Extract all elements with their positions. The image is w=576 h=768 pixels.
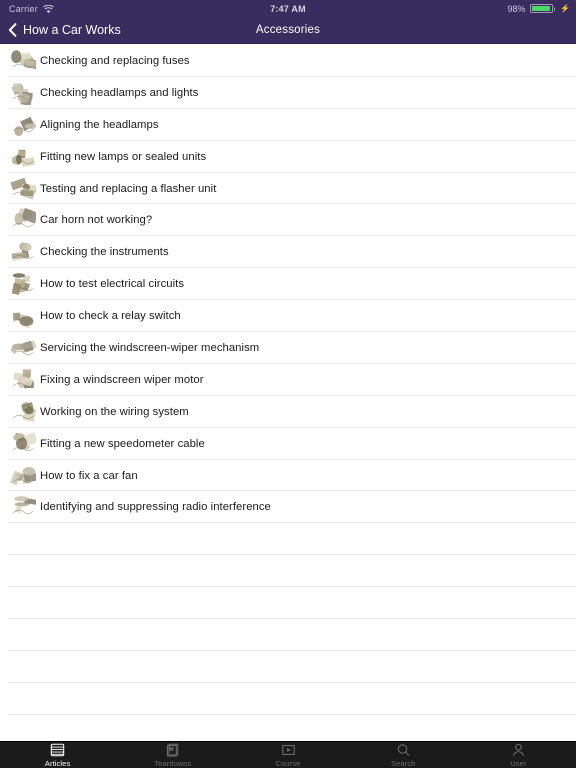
lamps-thumbnail: [10, 145, 36, 169]
list-item-label: Fitting a new speedometer cable: [40, 437, 205, 450]
speedometer-cable-thumbnail: [10, 431, 36, 456]
user-icon: [511, 743, 526, 758]
wiper-mechanism-thumbnail: [10, 336, 36, 360]
list-item[interactable]: Car horn not working?: [0, 204, 576, 237]
list-item-label: Working on the wiring system: [40, 405, 189, 418]
car-horn-thumbnail: [10, 208, 36, 232]
list-item[interactable]: Aligning the headlamps: [0, 108, 576, 141]
wiper-motor-thumbnail: [10, 368, 36, 392]
list-item-label: Checking and replacing fuses: [40, 54, 190, 67]
list-item-label: Testing and replacing a flasher unit: [40, 182, 217, 195]
list-item-label: Fitting new lamps or sealed units: [40, 150, 207, 163]
flasher-unit-thumbnail: [10, 177, 36, 201]
list-item-label: How to test electrical circuits: [40, 278, 185, 291]
list-item[interactable]: Checking the instruments: [0, 236, 576, 269]
list-item[interactable]: How to check a relay switch: [0, 300, 576, 333]
tab-articles[interactable]: Articles: [0, 742, 115, 768]
list-item-empty: [0, 555, 576, 588]
lightning-bolt-icon: ⚡: [560, 4, 570, 13]
list-item-label: How to check a relay switch: [40, 310, 181, 323]
list-item[interactable]: Servicing the windscreen-wiper mechanism: [0, 332, 576, 364]
course-icon: [281, 743, 296, 758]
list-item[interactable]: Fitting new lamps or sealed units: [0, 140, 576, 173]
fuses-thumbnail: [10, 49, 36, 73]
app-screen: Carrier 7:47 AM 98% ⚡ How a Car Works Ac…: [0, 0, 576, 768]
list-item-label: Servicing the windscreen-wiper mechanism: [40, 341, 260, 354]
list-item[interactable]: Fitting a new speedometer cable: [0, 427, 576, 460]
list-item[interactable]: Checking and replacing fuses: [0, 45, 576, 77]
list-item-empty: [0, 650, 576, 683]
wiring-system-thumbnail: [10, 400, 36, 424]
list-item-label: Fixing a windscreen wiper motor: [40, 373, 204, 386]
list-item[interactable]: Checking headlamps and lights: [0, 76, 576, 109]
tab-course[interactable]: Course: [230, 742, 345, 768]
list-item-label: Checking headlamps and lights: [40, 86, 199, 99]
page-title: Accessories: [255, 24, 321, 36]
headlamp-alignment-thumbnail: [10, 113, 36, 137]
tab-label: Course: [275, 758, 301, 768]
list-item-empty: [0, 714, 576, 741]
status-bar: Carrier 7:47 AM 98% ⚡: [0, 0, 576, 17]
list-item[interactable]: Testing and replacing a flasher unit: [0, 172, 576, 205]
list-item[interactable]: How to test electrical circuits: [0, 268, 576, 301]
relay-switch-thumbnail: [10, 304, 36, 329]
list-item[interactable]: Fixing a windscreen wiper motor: [0, 363, 576, 396]
battery-percent-label: 98%: [507, 3, 526, 14]
list-item-empty: [0, 587, 576, 620]
tab-label: Teardowns: [154, 758, 192, 768]
tab-label: Articles: [44, 758, 71, 768]
article-list[interactable]: Checking and replacing fuses Checking hea…: [0, 45, 576, 741]
instruments-thumbnail: [10, 240, 36, 264]
list-item-empty: [0, 682, 576, 715]
status-bar-time: 7:47 AM: [270, 3, 306, 14]
list-item-label: Checking the instruments: [40, 246, 169, 259]
list-item-label: Identifying and suppressing radio interf…: [40, 501, 271, 514]
radio-interference-thumbnail: [10, 495, 36, 519]
list-item-label: How to fix a car fan: [40, 469, 138, 482]
list-item-label: Aligning the headlamps: [40, 118, 159, 131]
search-icon: [396, 743, 411, 758]
tab-teardowns[interactable]: Teardowns: [115, 742, 230, 768]
tab-label: Search: [391, 758, 416, 768]
list-item[interactable]: How to fix a car fan: [0, 459, 576, 492]
headlamps-thumbnail: [10, 81, 36, 105]
status-bar-right: 98% ⚡: [508, 0, 570, 17]
tab-label: User: [510, 758, 527, 768]
list-item-empty: [0, 523, 576, 556]
electrical-circuits-thumbnail: [10, 272, 36, 296]
navigation-bar: How a Car Works Accessories: [0, 17, 576, 44]
battery-icon: [529, 4, 556, 13]
list-item-label: Car horn not working?: [40, 214, 153, 227]
tab-bar: Articles Teardowns Course Search User: [0, 741, 576, 768]
tab-user[interactable]: User: [461, 742, 576, 768]
list-item[interactable]: Identifying and suppressing radio interf…: [0, 491, 576, 524]
teardowns-icon: [165, 743, 180, 758]
articles-icon: [50, 743, 65, 758]
list-item[interactable]: Working on the wiring system: [0, 395, 576, 428]
tab-search[interactable]: Search: [346, 742, 461, 768]
car-fan-thumbnail: [10, 464, 36, 488]
list-item-empty: [0, 619, 576, 651]
